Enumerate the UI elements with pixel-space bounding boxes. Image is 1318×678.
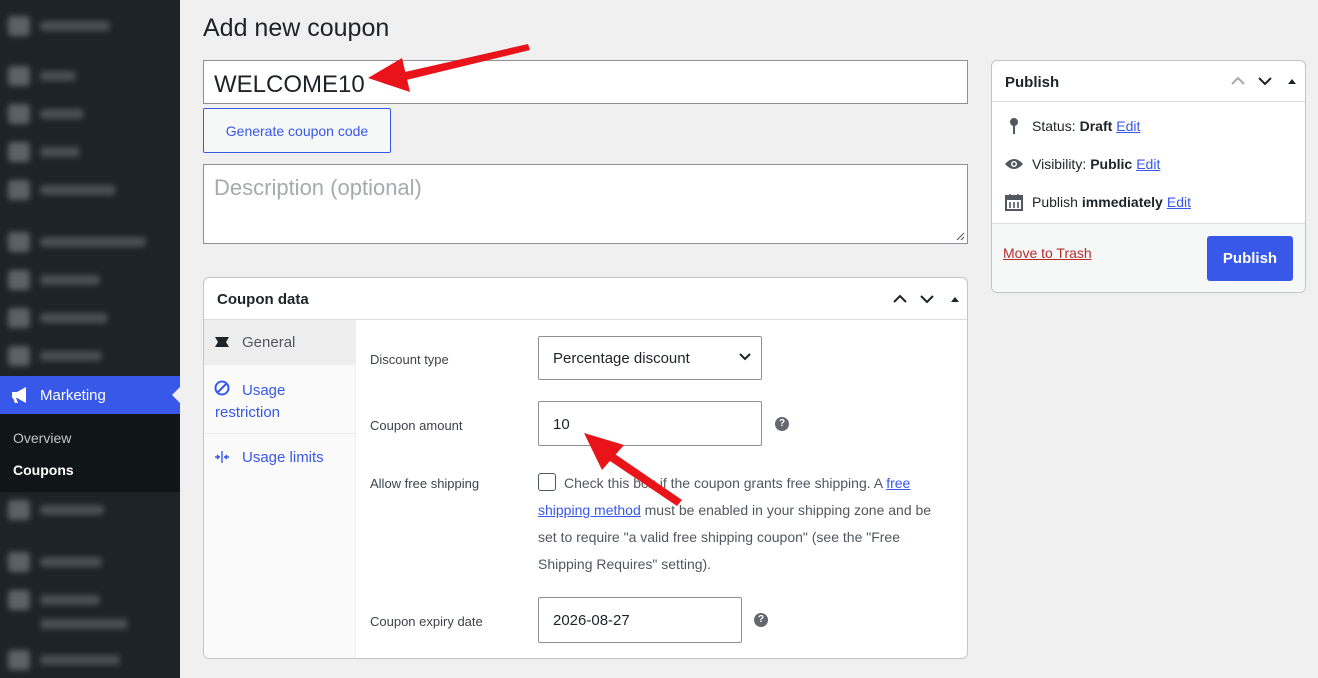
free-shipping-text: Check this box if the coupon grants free…: [564, 475, 887, 491]
description-placeholder: Description (optional): [214, 175, 422, 200]
sidebar-item-marketing[interactable]: Marketing: [0, 376, 180, 414]
blurred-menu-item[interactable]: [0, 604, 180, 642]
blurred-menu-item[interactable]: [0, 298, 180, 336]
status-row: Status: Draft Edit: [1004, 116, 1140, 136]
page-title: Add new coupon: [203, 14, 390, 42]
edit-visibility-link[interactable]: Edit: [1136, 156, 1160, 172]
generate-coupon-button[interactable]: Generate coupon code: [203, 108, 391, 153]
submenu-coupons[interactable]: Coupons: [13, 462, 74, 478]
chevron-down-icon: [739, 353, 751, 361]
discount-type-select[interactable]: Percentage discount: [538, 336, 762, 380]
chevron-down-icon[interactable]: [1255, 72, 1275, 90]
chevron-up-icon[interactable]: [890, 290, 910, 308]
coupon-data-title: Coupon data: [217, 291, 309, 308]
status-value: Draft: [1079, 118, 1113, 134]
coupon-amount-label: Coupon amount: [370, 418, 463, 433]
blurred-menu-item[interactable]: [0, 490, 180, 528]
tab-label: Usage limits: [242, 449, 324, 466]
free-shipping-label: Allow free shipping: [370, 476, 480, 491]
admin-sidebar: Marketing Overview Coupons: [0, 0, 180, 678]
publish-header: Publish: [992, 61, 1305, 102]
coupon-amount-input[interactable]: 10: [538, 401, 762, 446]
blurred-menu-item[interactable]: [0, 640, 180, 678]
publish-button[interactable]: Publish: [1207, 236, 1293, 281]
blurred-menu-item[interactable]: [0, 56, 180, 94]
submenu-overview[interactable]: Overview: [13, 430, 71, 446]
caret-up-icon[interactable]: [945, 290, 965, 308]
publish-date-row: Publish immediately Edit: [1004, 192, 1191, 212]
publish-box: Publish Status: Draft Edit Visibility: P…: [991, 60, 1306, 293]
discount-type-value: Percentage discount: [553, 350, 690, 367]
blurred-menu-item[interactable]: [0, 260, 180, 298]
marketing-submenu: Overview Coupons: [0, 414, 180, 492]
pin-icon: [1004, 116, 1024, 136]
expiry-date-label: Coupon expiry date: [370, 614, 483, 629]
edit-status-link[interactable]: Edit: [1116, 118, 1140, 134]
caret-up-icon[interactable]: [1282, 72, 1302, 90]
chevron-up-icon[interactable]: [1228, 72, 1248, 90]
coupon-data-tabs: General Usage restriction Usage limits: [204, 320, 356, 658]
tab-usage-restriction[interactable]: Usage restriction: [204, 376, 356, 432]
tab-label: General: [242, 334, 296, 351]
blurred-menu-item[interactable]: [0, 336, 180, 374]
blurred-menu-item[interactable]: [0, 132, 180, 170]
ticket-icon: [214, 333, 232, 351]
blurred-menu-item[interactable]: [0, 542, 180, 580]
tab-usage-limits[interactable]: Usage limits: [204, 446, 356, 476]
tab-general[interactable]: General: [204, 320, 356, 365]
publish-label: Publish: [1032, 194, 1078, 210]
visibility-label: Visibility:: [1032, 156, 1087, 172]
free-shipping-description: Check this box if the coupon grants free…: [538, 470, 948, 578]
tab-label: Usage restriction: [215, 382, 286, 421]
coupon-code-input[interactable]: WELCOME10: [203, 60, 968, 104]
help-icon[interactable]: ?: [754, 613, 768, 627]
publish-value: immediately: [1081, 194, 1163, 210]
status-label: Status:: [1032, 118, 1076, 134]
coupon-data-header: Coupon data: [204, 278, 967, 320]
calendar-icon: [1004, 192, 1024, 212]
publish-actions: Move to Trash Publish: [992, 223, 1305, 292]
description-textarea[interactable]: Description (optional): [203, 164, 968, 244]
blurred-menu-item[interactable]: [0, 94, 180, 132]
chevron-down-icon[interactable]: [917, 290, 937, 308]
visibility-value: Public: [1090, 156, 1133, 172]
resize-grip-icon[interactable]: [955, 231, 965, 241]
edit-publish-date-link[interactable]: Edit: [1167, 194, 1191, 210]
eye-icon: [1004, 154, 1024, 174]
blurred-menu-item[interactable]: [0, 222, 180, 260]
publish-title: Publish: [1005, 74, 1060, 91]
megaphone-icon: [10, 385, 32, 405]
blurred-menu-item[interactable]: [0, 170, 180, 208]
arrows-in-icon: [214, 448, 232, 466]
expiry-date-input[interactable]: 2026-08-27: [538, 597, 742, 643]
help-icon[interactable]: ?: [775, 417, 789, 431]
move-to-trash-link[interactable]: Move to Trash: [1003, 245, 1092, 261]
discount-type-label: Discount type: [370, 352, 449, 367]
coupon-data-box: Coupon data General Usage restriction Us…: [203, 277, 968, 659]
visibility-row: Visibility: Public Edit: [1004, 154, 1160, 174]
blurred-menu-item[interactable]: [0, 6, 180, 44]
sidebar-item-label: Marketing: [40, 386, 106, 404]
